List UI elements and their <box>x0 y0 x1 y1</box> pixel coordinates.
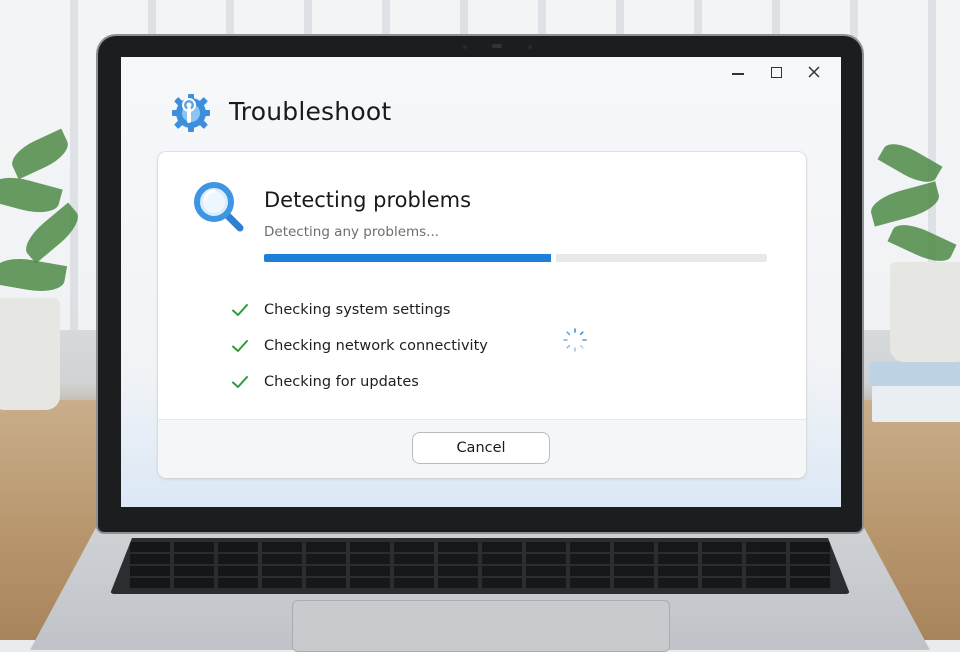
window-controls <box>731 65 821 79</box>
minimize-icon <box>732 73 744 75</box>
keyboard <box>110 538 850 594</box>
magnifier-icon <box>194 182 244 232</box>
checkmark-icon <box>232 340 248 352</box>
troubleshoot-window: Troubleshoot Detecting problems Detectin… <box>121 57 841 507</box>
camera-sensor <box>463 45 467 49</box>
checkmark-icon <box>232 376 248 388</box>
trackpad <box>292 600 670 652</box>
book-stack <box>870 362 960 386</box>
panel-heading: Detecting problems <box>264 188 472 212</box>
panel-status-text: Detecting any problems... <box>264 224 440 240</box>
app-header: Troubleshoot <box>167 87 391 135</box>
book-stack-lower <box>872 386 960 422</box>
list-item: Checking for updates <box>230 364 488 400</box>
check-label: Checking system settings <box>264 302 451 318</box>
close-button[interactable] <box>807 65 821 79</box>
plant-left <box>0 120 100 410</box>
list-item: Checking system settings <box>230 292 488 328</box>
checkmark-icon <box>232 304 248 316</box>
cancel-button[interactable]: Cancel <box>412 432 550 464</box>
loading-spinner-icon <box>563 328 587 352</box>
diagnostic-card: Detecting problems Detecting any problem… <box>158 152 806 478</box>
check-label: Checking for updates <box>264 374 419 390</box>
app-title: Troubleshoot <box>229 96 392 126</box>
list-item: Checking network connectivity <box>230 328 488 364</box>
check-label: Checking network connectivity <box>264 338 488 354</box>
maximize-button[interactable] <box>769 65 783 79</box>
gear-wrench-icon <box>172 94 210 132</box>
progress-bar <box>264 254 767 262</box>
progress-bar-divider <box>551 254 556 262</box>
minimize-button[interactable] <box>731 65 745 79</box>
webcam <box>492 44 502 48</box>
check-list: Checking system settings Checking networ… <box>230 292 488 400</box>
plant-right <box>860 136 960 380</box>
close-icon <box>808 66 820 78</box>
maximize-icon <box>770 66 782 78</box>
progress-bar-fill <box>264 254 551 262</box>
camera-sensor <box>528 45 532 49</box>
